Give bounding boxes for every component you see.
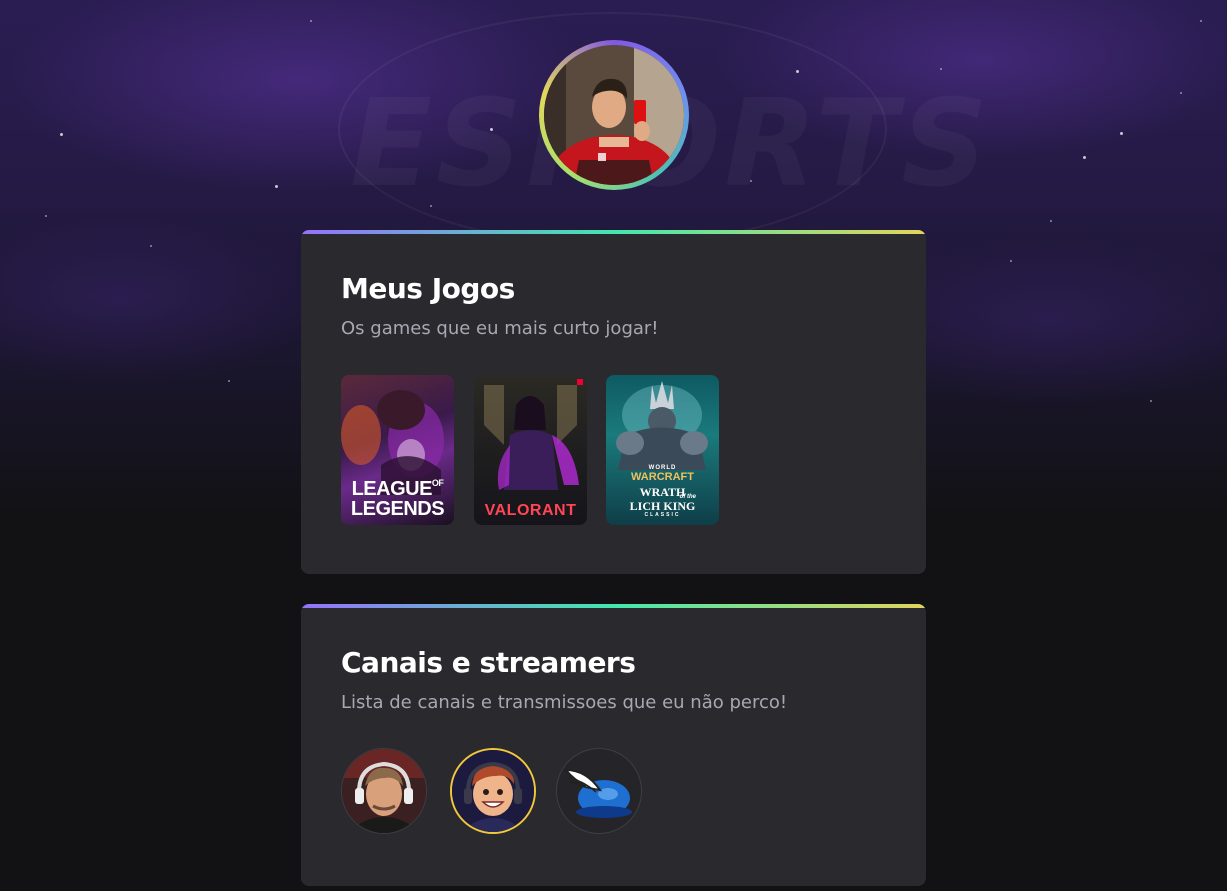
profile-photo-icon	[544, 45, 684, 185]
games-subtitle: Os games que eu mais curto jogar!	[341, 318, 659, 339]
game-league-of-legends[interactable]: LEAGUEOF LEGENDS	[341, 375, 454, 525]
profile-avatar[interactable]	[539, 40, 689, 190]
streamer-headset-avatar-icon	[342, 749, 426, 833]
star	[275, 185, 278, 188]
star	[1150, 400, 1152, 402]
wow-logo-sub: CLASSIC	[644, 512, 681, 518]
wow-logo-main2: LICH KING	[629, 499, 696, 513]
star	[750, 180, 752, 182]
games-card: Meus Jogos Os games que eu mais curto jo…	[301, 230, 926, 574]
channel-streamer-3[interactable]	[556, 748, 642, 834]
lol-logo-of: OF	[431, 478, 444, 488]
star	[310, 20, 312, 22]
star	[1010, 260, 1012, 262]
wow-logo-brand: WARCRAFT	[631, 471, 694, 483]
star	[150, 245, 152, 247]
star	[45, 215, 47, 217]
profile-photo	[544, 45, 684, 185]
star	[490, 128, 493, 131]
lol-logo-line2: LEGENDS	[350, 498, 445, 520]
channels-title: Canais e streamers	[341, 646, 636, 679]
channels-card: Canais e streamers Lista de canais e tra…	[301, 604, 926, 886]
star	[1120, 132, 1123, 135]
star	[430, 205, 432, 207]
channels-subtitle: Lista de canais e transmissoes que eu nã…	[341, 692, 788, 713]
star	[228, 380, 230, 382]
winged-helmet-logo-icon	[563, 768, 632, 818]
star	[60, 133, 63, 136]
valorant-logo: VALORANT	[484, 502, 577, 519]
star	[1180, 92, 1182, 94]
card-accent-bar	[301, 604, 926, 608]
lol-logo-line1: LEAGUE	[351, 478, 433, 500]
star	[1200, 20, 1202, 22]
channel-streamer-1[interactable]	[341, 748, 427, 834]
card-accent-bar	[301, 230, 926, 234]
channel-streamer-2[interactable]	[450, 748, 536, 834]
star	[1050, 220, 1052, 222]
star	[1083, 156, 1086, 159]
game-valorant[interactable]: VALORANT	[474, 375, 587, 525]
game-world-of-warcraft[interactable]: WORLD WARCRAFT WRATH of the LICH KING CL…	[606, 375, 719, 525]
games-title: Meus Jogos	[341, 272, 515, 305]
star	[796, 70, 799, 73]
cartoon-streamer-avatar-icon	[452, 750, 534, 832]
star	[940, 68, 942, 70]
